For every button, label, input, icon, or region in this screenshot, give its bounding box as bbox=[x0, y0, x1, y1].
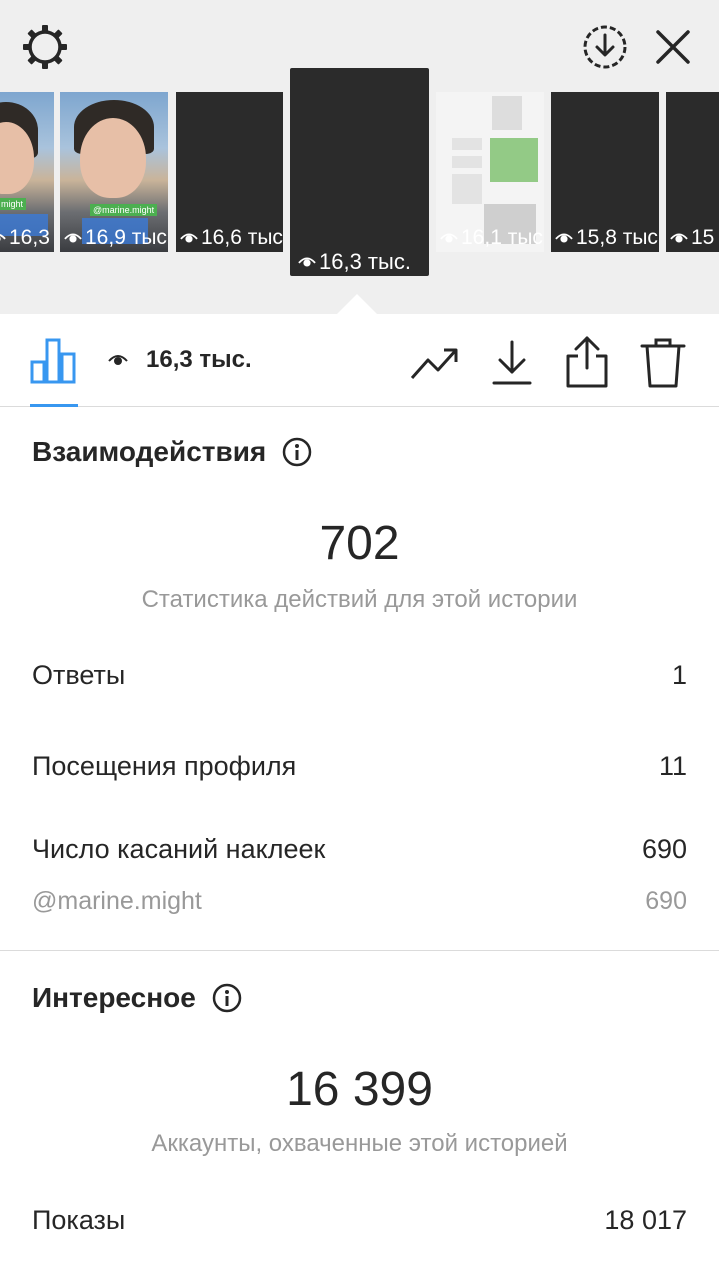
stat-value: 18 017 bbox=[604, 1205, 687, 1235]
eye-icon bbox=[440, 233, 458, 243]
eye-icon bbox=[180, 233, 198, 243]
stat-row-sticker-taps: Число касаний наклеек 690 bbox=[32, 834, 687, 865]
trending-up-icon bbox=[410, 348, 458, 379]
story-thumbnail[interactable]: 15,8 тыс. bbox=[551, 92, 659, 252]
download-circle-icon bbox=[583, 25, 627, 69]
stat-value: 690 bbox=[645, 887, 687, 915]
mention-sticker: @marine.might bbox=[90, 204, 158, 216]
discovery-caption: Аккаунты, охваченные этой историей bbox=[151, 1130, 568, 1157]
close-button[interactable] bbox=[648, 20, 698, 74]
stat-row-impressions: Показы 18 017 bbox=[32, 1205, 687, 1236]
trash-icon bbox=[640, 338, 686, 388]
story-views: 16,1 тыс. bbox=[461, 226, 544, 249]
stat-value: 11 bbox=[658, 751, 687, 781]
save-story-button[interactable] bbox=[578, 20, 632, 74]
story-thumbnail-selected[interactable]: 16,3 тыс. bbox=[290, 68, 429, 276]
bar-chart-icon bbox=[30, 338, 76, 384]
discovery-total: 16 399 bbox=[286, 1063, 433, 1116]
story-thumbnail[interactable]: 16,1 тыс. bbox=[436, 92, 544, 252]
gear-icon bbox=[23, 25, 67, 69]
story-views: 16,6 тыс. bbox=[201, 226, 283, 249]
stat-label: Ответы bbox=[32, 660, 126, 690]
story-thumbnail[interactable]: 15 bbox=[666, 92, 719, 252]
close-icon bbox=[656, 30, 690, 64]
stat-value: 1 bbox=[671, 660, 687, 690]
info-icon[interactable] bbox=[282, 437, 312, 467]
stat-label: Число касаний наклеек bbox=[32, 834, 326, 864]
stat-value: 690 bbox=[641, 834, 687, 864]
active-tab-indicator bbox=[30, 404, 78, 407]
story-carousel-area: might 16,3 тыс. @marine.might 16,9 тыс. … bbox=[0, 0, 719, 314]
stat-row-replies: Ответы 1 bbox=[32, 660, 687, 691]
story-thumbnail[interactable]: @marine.might 16,9 тыс. bbox=[60, 92, 168, 252]
story-views: 16,3 тыс. bbox=[319, 249, 411, 274]
views-count-label: 16,3 тыс. bbox=[146, 346, 252, 373]
stat-label: Посещения профиля bbox=[32, 751, 297, 781]
discovery-section-title: Интересное bbox=[32, 982, 242, 1014]
interactions-caption: Статистика действий для этой истории bbox=[141, 586, 578, 613]
share-button[interactable] bbox=[564, 334, 610, 390]
stats-tab[interactable] bbox=[30, 336, 76, 384]
stat-row-profile-visits: Посещения профиля 11 bbox=[32, 751, 687, 782]
discovery-title: Интересное bbox=[32, 982, 196, 1013]
share-icon bbox=[566, 336, 608, 388]
story-views: 15 bbox=[691, 226, 715, 249]
eye-icon bbox=[64, 233, 82, 243]
interactions-title: Взаимодействия bbox=[32, 436, 267, 467]
eye-icon bbox=[0, 234, 6, 241]
story-views: 15,8 тыс. bbox=[576, 226, 659, 249]
story-views: 16,9 тыс. bbox=[85, 226, 168, 249]
eye-icon bbox=[670, 233, 688, 243]
download-icon bbox=[492, 340, 532, 385]
views-count: 16,3 тыс. bbox=[108, 346, 252, 374]
mention-sticker: might bbox=[0, 198, 27, 210]
story-thumbnail[interactable]: might 16,3 тыс. bbox=[0, 92, 54, 252]
interactions-section-title: Взаимодействия bbox=[32, 436, 312, 468]
insights-button[interactable] bbox=[410, 344, 460, 384]
story-views: 16,3 тыс. bbox=[9, 226, 54, 249]
info-icon[interactable] bbox=[212, 983, 242, 1013]
eye-icon bbox=[555, 233, 573, 243]
story-toolbar: 16,3 тыс. bbox=[0, 314, 719, 407]
stat-label: @marine.might bbox=[32, 887, 202, 915]
story-thumbnail[interactable]: 16,6 тыс. bbox=[176, 92, 283, 252]
eye-icon bbox=[298, 257, 316, 267]
selection-pointer bbox=[337, 294, 377, 314]
settings-button[interactable] bbox=[18, 22, 72, 72]
download-button[interactable] bbox=[490, 338, 534, 388]
stat-row-sticker-mention: @marine.might 690 bbox=[32, 887, 687, 916]
eye-icon bbox=[108, 355, 128, 365]
section-divider bbox=[0, 950, 719, 951]
stat-label: Показы bbox=[32, 1205, 126, 1235]
interactions-total: 702 bbox=[319, 517, 400, 570]
delete-button[interactable] bbox=[640, 336, 686, 390]
